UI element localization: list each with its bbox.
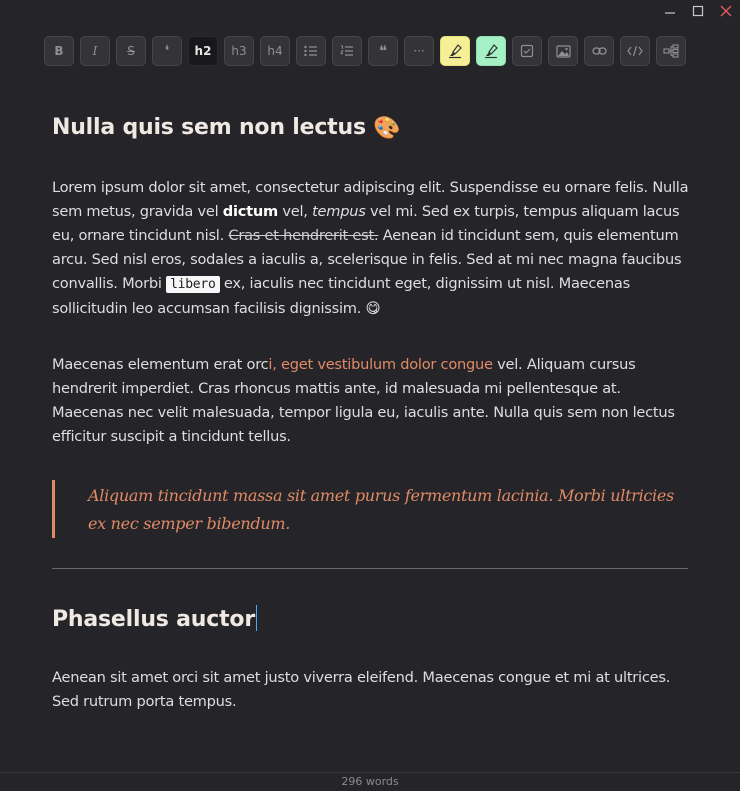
bold-button[interactable]: B bbox=[44, 36, 74, 66]
heading-3-button[interactable]: h3 bbox=[224, 36, 254, 66]
maximize-icon bbox=[692, 5, 704, 17]
checkbox-button[interactable] bbox=[512, 36, 542, 66]
word-count: 296 words bbox=[341, 775, 399, 788]
formatting-toolbar: B I S ❛ h2 h3 h4 ❝ ··· bbox=[44, 36, 692, 68]
heading-2-button[interactable]: h2 bbox=[188, 36, 218, 66]
link-button[interactable] bbox=[584, 36, 614, 66]
ordered-list-icon bbox=[340, 45, 353, 56]
ordered-list-button[interactable] bbox=[332, 36, 362, 66]
minimize-button[interactable] bbox=[658, 0, 682, 22]
status-bar: 296 words bbox=[0, 772, 740, 791]
title-bar bbox=[0, 0, 740, 22]
text-caret bbox=[255, 605, 257, 631]
horizontal-rule-button[interactable]: ··· bbox=[404, 36, 434, 66]
link-icon bbox=[591, 47, 607, 55]
paragraph-1[interactable]: Lorem ipsum dolor sit amet, consectetur … bbox=[52, 176, 692, 321]
minimize-icon bbox=[665, 12, 675, 14]
image-button[interactable] bbox=[548, 36, 578, 66]
highlight-green-button[interactable] bbox=[476, 36, 506, 66]
outline-icon bbox=[663, 44, 679, 58]
blockquote-button[interactable]: ❝ bbox=[368, 36, 398, 66]
inline-link[interactable]: i, eget vestibulum dolor congue bbox=[268, 356, 493, 373]
code-button[interactable] bbox=[620, 36, 650, 66]
paragraph-2[interactable]: Maecenas elementum erat orci, eget vesti… bbox=[52, 353, 692, 449]
italic-button[interactable]: I bbox=[80, 36, 110, 66]
yum-emoji: 😋 bbox=[365, 300, 381, 317]
heading-2[interactable]: Phasellus auctor bbox=[52, 605, 257, 632]
highlighter-icon bbox=[485, 44, 498, 59]
close-icon bbox=[720, 5, 732, 17]
highlight-yellow-button[interactable] bbox=[440, 36, 470, 66]
image-icon bbox=[555, 44, 571, 58]
maximize-button[interactable] bbox=[686, 0, 710, 22]
highlighter-icon bbox=[449, 44, 462, 59]
bold-text: dictum bbox=[222, 203, 278, 220]
blockquote[interactable]: Aliquam tincidunt massa sit amet purus f… bbox=[52, 480, 688, 538]
quote-mark-button[interactable]: ❛ bbox=[152, 36, 182, 66]
code-icon bbox=[627, 45, 643, 57]
italic-text: tempus bbox=[312, 203, 366, 220]
inline-code: libero bbox=[166, 276, 220, 293]
outline-button[interactable] bbox=[656, 36, 686, 66]
horizontal-rule bbox=[52, 568, 688, 569]
bullet-list-icon bbox=[304, 45, 317, 57]
blockquote-text: Aliquam tincidunt massa sit amet purus f… bbox=[88, 486, 674, 533]
heading-4-button[interactable]: h4 bbox=[260, 36, 290, 66]
strikethrough-button[interactable]: S bbox=[116, 36, 146, 66]
heading-1[interactable]: Nulla quis sem non lectus 🎨 bbox=[52, 115, 401, 141]
paragraph-3[interactable]: Aenean sit amet orci sit amet justo vive… bbox=[52, 666, 692, 714]
strikethrough-text: Cras et hendrerit est. bbox=[228, 227, 379, 244]
close-button[interactable] bbox=[714, 0, 738, 22]
palette-emoji: 🎨 bbox=[373, 115, 401, 141]
checkbox-icon bbox=[520, 44, 534, 58]
bullet-list-button[interactable] bbox=[296, 36, 326, 66]
